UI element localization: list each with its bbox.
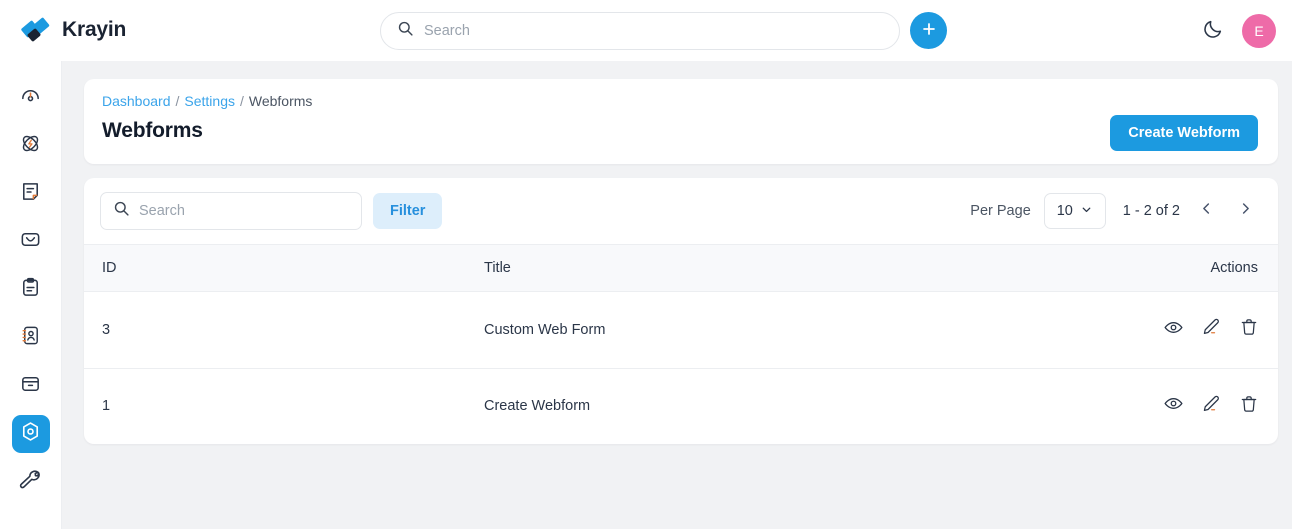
breadcrumb: Dashboard / Settings / Webforms: [102, 93, 1258, 109]
sidebar-item-quotes[interactable]: [12, 175, 50, 213]
column-header-title[interactable]: Title: [484, 244, 1124, 292]
per-page-value: 10: [1056, 203, 1073, 219]
chevron-down-icon: [1080, 203, 1093, 220]
hexagon-settings-icon: [19, 420, 42, 448]
moon-icon: [1202, 18, 1224, 45]
sidebar: [0, 61, 62, 529]
plus-icon: [920, 20, 938, 41]
delete-button[interactable]: [1238, 318, 1260, 340]
wrench-icon: [19, 468, 42, 496]
pagination-controls: Per Page 10 1 - 2 of 2: [970, 193, 1258, 229]
datagrid-panel: Search Filter Per Page 10 1 - 2 of 2 ID …: [84, 178, 1278, 444]
clipboard-icon: [19, 276, 42, 304]
cell-actions: [1124, 368, 1278, 444]
page-scrollbar[interactable]: [1286, 61, 1292, 529]
table-row[interactable]: 1 Create Webform: [84, 368, 1278, 444]
delete-button[interactable]: [1238, 395, 1260, 417]
column-header-id[interactable]: ID: [84, 244, 484, 292]
sidebar-item-settings[interactable]: [11, 415, 50, 453]
sidebar-item-contacts[interactable]: [12, 319, 50, 357]
chevron-right-icon: [1238, 201, 1253, 221]
trash-icon: [1239, 317, 1259, 341]
app-root: Krayin Search E Dashboard / Settings / W…: [0, 0, 1292, 529]
cell-id: 3: [84, 291, 484, 369]
content-area: Dashboard / Settings / Webforms Webforms…: [62, 61, 1292, 529]
cell-id: 1: [102, 398, 111, 415]
table-body: 3 Custom Web Form 1 Create Webform: [84, 291, 1278, 445]
top-bar: Krayin Search E: [0, 0, 1292, 61]
eye-icon: [1163, 393, 1184, 418]
per-page-label: Per Page: [970, 203, 1031, 219]
per-page-select[interactable]: 10: [1043, 193, 1106, 229]
avatar[interactable]: E: [1242, 14, 1276, 48]
envelope-icon: [19, 228, 42, 256]
atom-icon: [19, 132, 42, 160]
sidebar-item-leads[interactable]: [12, 127, 50, 165]
datagrid-toolbar: Search Filter Per Page 10 1 - 2 of 2: [84, 178, 1278, 244]
create-webform-button[interactable]: Create Webform: [1110, 115, 1258, 151]
pagination-range: 1 - 2 of 2: [1122, 203, 1180, 219]
eye-icon: [1163, 317, 1184, 342]
view-button[interactable]: [1162, 318, 1184, 340]
quick-create-button[interactable]: [910, 12, 947, 49]
search-icon: [113, 200, 130, 222]
column-header-actions: Actions: [1124, 244, 1278, 292]
avatar-initial: E: [1254, 23, 1264, 39]
sidebar-item-configuration[interactable]: [12, 463, 50, 501]
breadcrumb-item-webforms: Webforms: [248, 93, 313, 109]
edit-button[interactable]: [1200, 395, 1222, 417]
krayin-diamond-logo-icon: [20, 14, 52, 46]
cell-title: Custom Web Form: [484, 291, 1124, 369]
table-row[interactable]: 3 Custom Web Form: [84, 291, 1278, 369]
webforms-table: ID Title Actions 3 Custom Web Form 1 Cre…: [84, 244, 1278, 444]
page-title: Webforms: [102, 119, 203, 142]
table-head: ID Title Actions: [84, 244, 1278, 292]
brand-name: Krayin: [62, 18, 127, 41]
filter-button[interactable]: Filter: [373, 193, 443, 229]
pencil-icon: [1201, 394, 1221, 418]
breadcrumb-separator: /: [175, 93, 180, 109]
row-actions: [1162, 395, 1260, 417]
global-search-placeholder: Search: [424, 23, 470, 39]
search-icon: [397, 20, 414, 42]
pagination-previous-button[interactable]: [1193, 198, 1219, 224]
address-book-icon: [19, 324, 42, 352]
pencil-icon: [1201, 317, 1221, 341]
sidebar-item-mail[interactable]: [12, 223, 50, 261]
theme-toggle-button[interactable]: [1200, 18, 1226, 44]
row-actions: [1162, 318, 1260, 340]
global-search-input[interactable]: Search: [380, 12, 900, 50]
breadcrumb-separator: /: [239, 93, 244, 109]
edit-button[interactable]: [1200, 318, 1222, 340]
pagination-next-button[interactable]: [1232, 198, 1258, 224]
sidebar-item-activities[interactable]: [12, 271, 50, 309]
breadcrumb-item-settings[interactable]: Settings: [184, 93, 235, 109]
note-icon: [19, 180, 42, 208]
sidebar-item-dashboard[interactable]: [12, 79, 50, 117]
breadcrumb-item-dashboard[interactable]: Dashboard: [102, 93, 171, 109]
search-placeholder: Search: [139, 203, 185, 219]
table-header-row: ID Title Actions: [84, 244, 1278, 292]
page-header-panel: Dashboard / Settings / Webforms Webforms…: [84, 79, 1278, 164]
brand[interactable]: Krayin: [20, 14, 126, 46]
cell-title: Create Webform: [484, 398, 591, 415]
trash-icon: [1239, 394, 1259, 418]
view-button[interactable]: [1162, 395, 1184, 417]
box-icon: [19, 372, 42, 400]
cell-actions: [1124, 291, 1278, 369]
search-input[interactable]: Search: [100, 192, 362, 230]
chevron-left-icon: [1199, 201, 1214, 221]
gauge-icon: [19, 84, 42, 112]
sidebar-item-products[interactable]: [12, 367, 50, 405]
